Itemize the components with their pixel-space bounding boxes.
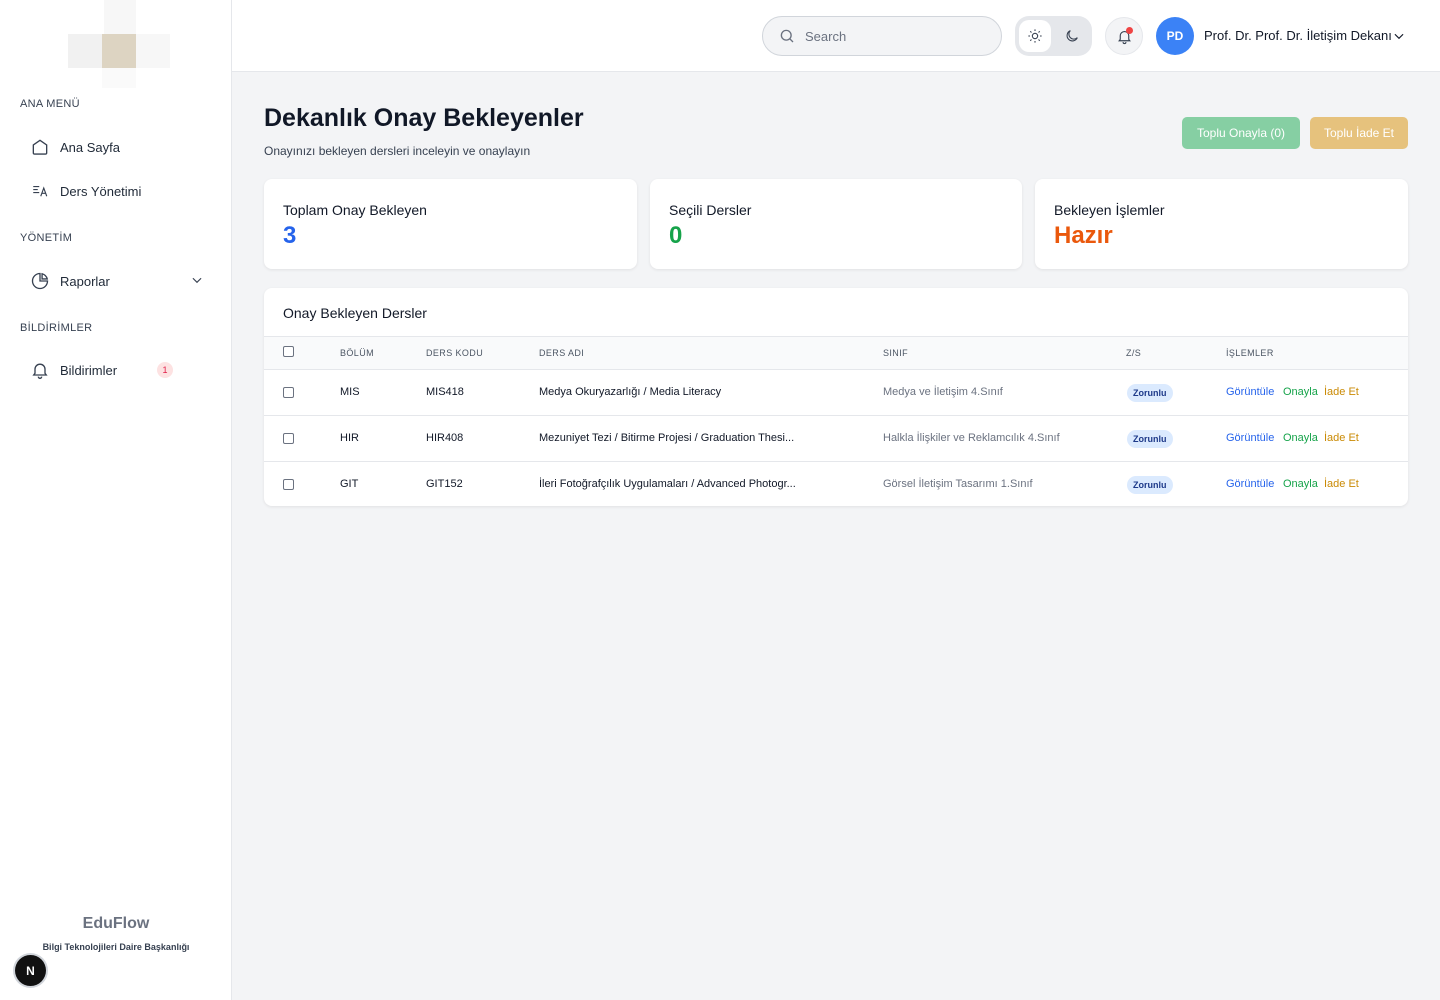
stat-value: 0: [669, 222, 683, 249]
view-link[interactable]: Görüntüle: [1226, 432, 1274, 444]
user-name[interactable]: Prof. Dr. Prof. Dr. İletişim Dekanı: [1204, 28, 1392, 43]
cell-class: Medya ve İletişim 4.Sınıf: [883, 386, 1003, 398]
view-link[interactable]: Görüntüle: [1226, 386, 1274, 398]
row-checkbox[interactable]: [283, 479, 294, 490]
notification-dot: [1126, 27, 1133, 34]
search-icon: [778, 27, 796, 45]
home-icon: [30, 137, 50, 157]
view-link[interactable]: Görüntüle: [1226, 478, 1274, 490]
row-checkbox[interactable]: [283, 433, 294, 444]
sidebar-item-label: Raporlar: [60, 273, 110, 289]
cell-code: GIT152: [426, 478, 463, 490]
translate-icon: [30, 181, 50, 201]
sidebar-item-label: Ders Yönetimi: [60, 183, 142, 199]
table-title: Onay Bekleyen Dersler: [283, 305, 427, 321]
search-bar[interactable]: [762, 16, 1002, 56]
bulk-return-button[interactable]: Toplu İade Et: [1310, 117, 1408, 149]
row-checkbox[interactable]: [283, 387, 294, 398]
notifications-button[interactable]: [1105, 17, 1143, 55]
sidebar-item-courses[interactable]: Ders Yönetimi: [20, 173, 216, 209]
bulk-approve-button[interactable]: Toplu Onayla (0): [1182, 117, 1300, 149]
stat-label: Toplam Onay Bekleyen: [283, 202, 427, 218]
page-subtitle: Onayınızı bekleyen dersleri inceleyin ve…: [264, 144, 531, 158]
approve-link[interactable]: Onayla: [1283, 386, 1318, 398]
logo: [60, 0, 210, 90]
sidebar-item-reports[interactable]: Raporlar: [20, 263, 216, 299]
cell-dept: MIS: [340, 386, 360, 398]
return-link[interactable]: İade Et: [1324, 432, 1359, 444]
table-row: HIR HIR408 Mezuniyet Tezi / Bitirme Proj…: [264, 416, 1408, 462]
stat-value: 3: [283, 222, 297, 249]
return-link[interactable]: İade Et: [1324, 386, 1359, 398]
cell-code: HIR408: [426, 432, 464, 444]
top-header: PD Prof. Dr. Prof. Dr. İletişim Dekanı: [232, 0, 1440, 72]
stat-card-selected: Seçili Dersler 0: [650, 179, 1022, 269]
approve-link[interactable]: Onayla: [1283, 432, 1318, 444]
cell-name: Medya Okuryazarlığı / Media Literacy: [539, 386, 722, 398]
column-header-dept: BÖLÜM: [340, 348, 375, 358]
select-all-checkbox[interactable]: [283, 346, 294, 357]
sidebar-item-home[interactable]: Ana Sayfa: [20, 129, 216, 165]
cell-name: Mezuniyet Tezi / Bitirme Projesi / Gradu…: [539, 432, 795, 444]
chevron-down-icon[interactable]: [190, 273, 204, 287]
brand-name: EduFlow: [82, 915, 150, 932]
status-badge: Zorunlu: [1127, 384, 1173, 402]
notification-count-badge: 1: [157, 362, 173, 378]
n-logo-icon[interactable]: N: [15, 955, 46, 986]
column-header-name: DERS ADI: [539, 348, 585, 358]
stat-label: Seçili Dersler: [669, 202, 752, 218]
avatar[interactable]: PD: [1156, 17, 1194, 55]
theme-toggle[interactable]: [1015, 16, 1092, 56]
approve-link[interactable]: Onayla: [1283, 478, 1318, 490]
column-header-actions: İŞLEMLER: [1226, 348, 1274, 358]
page-title: Dekanlık Onay Bekleyenler: [264, 104, 584, 132]
bell-icon: [30, 360, 50, 380]
section-title-main: ANA MENÜ: [20, 98, 80, 110]
section-title-management: YÖNETİM: [20, 232, 73, 244]
column-header-zs: Z/S: [1126, 348, 1142, 358]
sidebar-item-notifications[interactable]: Bildirimler 1: [20, 352, 216, 388]
return-link[interactable]: İade Et: [1324, 478, 1359, 490]
cell-class: Görsel İletişim Tasarımı 1.Sınıf: [883, 478, 1033, 490]
column-header-class: SINIF: [883, 348, 909, 358]
cell-dept: HIR: [340, 432, 359, 444]
brand-subtitle: Bilgi Teknolojileri Daire Başkanlığı: [42, 942, 190, 952]
table-row: MIS MIS418 Medya Okuryazarlığı / Media L…: [264, 370, 1408, 416]
stat-card-pending: Bekleyen İşlemler Hazır: [1035, 179, 1408, 269]
cell-name: İleri Fotoğrafçılık Uygulamaları / Advan…: [539, 478, 796, 490]
search-input[interactable]: [805, 28, 985, 44]
cell-dept: GIT: [340, 478, 359, 490]
status-badge: Zorunlu: [1127, 476, 1173, 494]
column-header-code: DERS KODU: [426, 348, 484, 358]
stat-label: Bekleyen İşlemler: [1054, 202, 1165, 218]
cell-code: MIS418: [426, 386, 464, 398]
moon-icon[interactable]: [1057, 20, 1089, 52]
sidebar-item-label: Ana Sayfa: [60, 139, 120, 155]
sidebar: ANA MENÜ Ana Sayfa Ders Yönetimi YÖNETİM…: [0, 0, 232, 1000]
cell-class: Halkla İlişkiler ve Reklamcılık 4.Sınıf: [883, 432, 1060, 444]
table-header: BÖLÜM DERS KODU DERS ADI SINIF Z/S İŞLEM…: [264, 336, 1408, 370]
table-row: GIT GIT152 İleri Fotoğrafçılık Uygulamal…: [264, 462, 1408, 506]
pie-chart-icon: [30, 271, 50, 291]
stat-value: Hazır: [1054, 222, 1113, 249]
stat-card-total: Toplam Onay Bekleyen 3: [264, 179, 637, 269]
sidebar-item-label: Bildirimler: [60, 362, 118, 378]
sun-icon[interactable]: [1019, 20, 1051, 52]
pending-courses-table: Onay Bekleyen Dersler BÖLÜM DERS KODU DE…: [264, 288, 1408, 506]
chevron-down-icon[interactable]: [1392, 29, 1406, 43]
section-title-notifications: BİLDİRİMLER: [20, 322, 93, 334]
status-badge: Zorunlu: [1127, 430, 1173, 448]
